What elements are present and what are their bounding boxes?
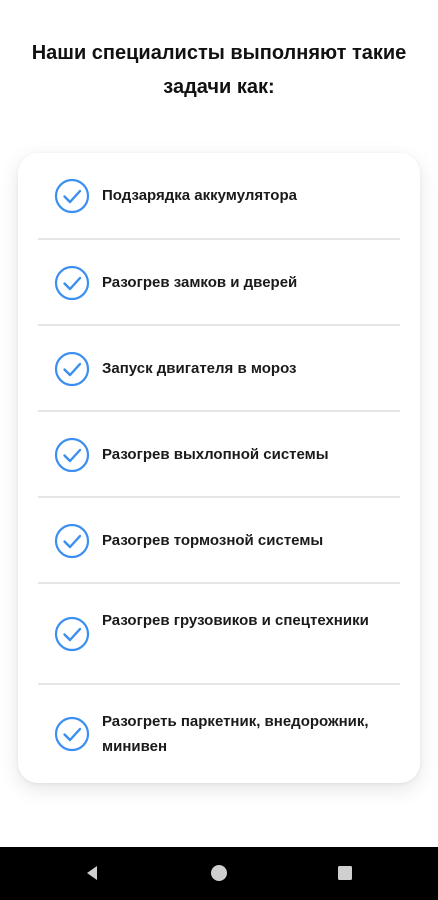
list-item: Запуск двигателя в мороз — [18, 326, 420, 410]
back-icon[interactable] — [80, 861, 104, 885]
page-title: Наши специалисты выполняют такие задачи … — [31, 42, 407, 98]
home-icon[interactable] — [207, 861, 231, 885]
service-label: Разогрев грузовиков и спецтехники — [102, 612, 369, 629]
check-circle-icon — [54, 716, 90, 752]
service-label: Подзарядка аккумулятора — [102, 187, 297, 204]
list-item: Разогрев замков и дверей — [18, 240, 420, 324]
service-label: Разогреть паркетник, внедорожник, миниве… — [102, 713, 369, 755]
screen: Наши специалисты выполняют такие задачи … — [0, 0, 438, 900]
check-circle-icon — [54, 616, 90, 652]
list-item: Подзарядка аккумулятора — [18, 153, 420, 239]
list-item: Разогрев грузовиков и спецтехники — [18, 584, 420, 683]
check-circle-icon — [54, 437, 90, 473]
service-label: Запуск двигателя в мороз — [102, 360, 297, 377]
check-circle-icon — [54, 178, 90, 214]
services-card: Подзарядка аккумулятора Разогрев замков … — [18, 153, 420, 783]
list-item: Разогрев выхлопной системы — [18, 412, 420, 496]
service-label: Разогрев замков и дверей — [102, 274, 298, 291]
recents-icon[interactable] — [333, 861, 357, 885]
list-item: Разогреть паркетник, внедорожник, миниве… — [18, 685, 420, 783]
system-navigation-bar — [0, 847, 438, 900]
list-item: Разогрев тормозной системы — [18, 498, 420, 582]
check-circle-icon — [54, 351, 90, 387]
service-label: Разогрев выхлопной системы — [102, 446, 329, 463]
service-label: Разогрев тормозной системы — [102, 532, 324, 549]
check-circle-icon — [54, 265, 90, 301]
check-circle-icon — [54, 523, 90, 559]
